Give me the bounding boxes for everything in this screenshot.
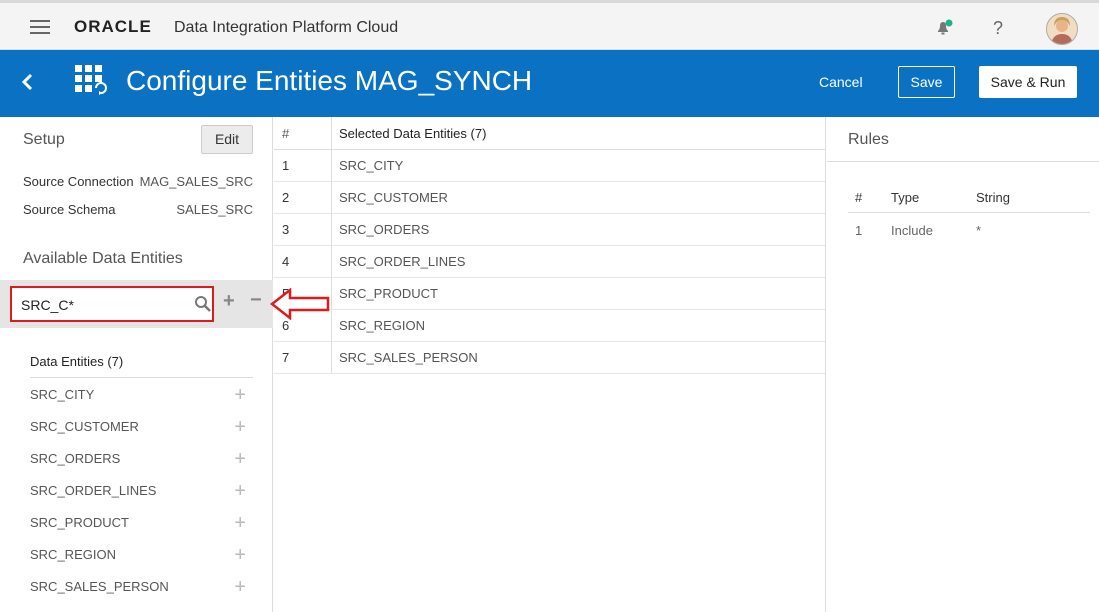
search-input-value: SRC_C* [21, 297, 74, 313]
selected-entities-table: # Selected Data Entities (7) 1 SRC_CITY 2 S… [274, 117, 826, 612]
search-bar: SRC_C* + − [0, 280, 273, 328]
table-row[interactable]: 7 SRC_SALES_PERSON [274, 341, 825, 374]
table-row[interactable]: 4 SRC_ORDER_LINES [274, 245, 825, 278]
rules-panel: Rules # Type String 1 Include * [827, 117, 1099, 612]
product-name: Data Integration Platform Cloud [174, 19, 399, 36]
table-row[interactable]: 2 SRC_CUSTOMER [274, 181, 825, 214]
table-row[interactable]: 5SRC_PRODUCT [274, 277, 825, 310]
rule-string: * [976, 223, 982, 238]
divider [827, 161, 1099, 162]
source-schema-label: Source Schema [23, 202, 116, 217]
table-row[interactable]: 3 SRC_ORDERS [274, 213, 825, 246]
table-header: # Selected Data Entities (7) [274, 117, 826, 150]
source-connection-label: Source Connection [23, 174, 134, 189]
entity-name: SRC_ORDERS [30, 451, 121, 466]
list-item[interactable]: SRC_REGION + [30, 544, 246, 579]
help-icon[interactable]: ? [993, 18, 1003, 39]
selected-entity-name: SRC_CUSTOMER [339, 190, 448, 205]
user-avatar[interactable] [1046, 13, 1078, 45]
source-schema-row: Source Schema SALES_SRC [23, 202, 253, 217]
source-connection-value: MAG_SALES_SRC [139, 174, 253, 189]
setup-title: Setup [23, 131, 65, 148]
entities-grid-icon [75, 65, 107, 95]
list-item[interactable]: SRC_ORDERS + [30, 448, 246, 483]
row-number: 1 [282, 158, 290, 173]
search-input[interactable]: SRC_C* [10, 286, 214, 322]
available-entities-title: Available Data Entities [23, 250, 183, 267]
selected-entity-name: SRC_PRODUCT [339, 286, 438, 301]
add-entity-icon[interactable]: + [234, 384, 246, 407]
selected-entity-name: SRC_ORDER_LINES [339, 254, 466, 269]
selected-entity-name: SRC_CITY [339, 158, 404, 173]
add-entity-icon[interactable]: + [234, 512, 246, 535]
selected-entity-name: SRC_REGION [339, 318, 425, 333]
list-item[interactable]: SRC_CUSTOMER + [30, 416, 246, 451]
source-connection-row: Source Connection MAG_SALES_SRC [23, 174, 253, 189]
annotation-arrow-icon [270, 288, 330, 320]
save-button[interactable]: Save [898, 66, 955, 98]
divider [848, 212, 1090, 213]
cancel-button[interactable]: Cancel [819, 74, 863, 90]
top-bar: ORACLE Data Integration Platform Cloud ? [0, 0, 1099, 50]
add-entity-icon[interactable]: + [234, 448, 246, 471]
row-number: 3 [282, 222, 290, 237]
data-entities-header: Data Entities (7) [30, 354, 253, 378]
column-name-header: Selected Data Entities (7) [339, 126, 487, 141]
add-all-icon[interactable]: + [223, 290, 235, 313]
entity-name: SRC_PRODUCT [30, 515, 129, 530]
list-item[interactable]: SRC_SALES_PERSON + [30, 576, 246, 611]
row-number: 7 [282, 350, 290, 365]
list-item[interactable]: SRC_CITY + [30, 384, 246, 419]
rules-type-header: Type [891, 190, 920, 205]
entity-name: SRC_CITY [30, 387, 95, 402]
hamburger-menu-icon[interactable] [30, 20, 50, 34]
setup-panel: Setup Edit Source Connection MAG_SALES_S… [0, 117, 273, 612]
save-and-run-button[interactable]: Save & Run [979, 66, 1077, 98]
edit-button[interactable]: Edit [201, 125, 253, 154]
row-number: 2 [282, 190, 290, 205]
add-entity-icon[interactable]: + [234, 480, 246, 503]
notification-bell-icon[interactable] [935, 19, 953, 37]
entity-name: SRC_ORDER_LINES [30, 483, 157, 498]
entity-name: SRC_CUSTOMER [30, 419, 139, 434]
entity-name: SRC_REGION [30, 547, 116, 562]
rule-type: Include [891, 223, 933, 238]
source-schema-value: SALES_SRC [176, 202, 253, 217]
back-chevron-icon[interactable] [16, 70, 40, 94]
table-row[interactable]: 1 SRC_CITY [274, 149, 825, 182]
add-entity-icon[interactable]: + [234, 576, 246, 599]
oracle-logo: ORACLE [74, 17, 152, 36]
add-entity-icon[interactable]: + [234, 544, 246, 567]
page-title: Configure Entities MAG_SYNCH [126, 65, 533, 96]
rule-number: 1 [855, 223, 863, 238]
rules-title: Rules [848, 131, 889, 148]
list-item[interactable]: SRC_PRODUCT + [30, 512, 246, 547]
rules-number-header: # [855, 190, 863, 205]
row-number: 6 [282, 318, 290, 333]
remove-all-icon[interactable]: − [250, 289, 262, 312]
search-icon[interactable] [194, 295, 212, 313]
page-header: Configure Entities MAG_SYNCH Cancel Save… [0, 50, 1099, 117]
row-number: 4 [282, 254, 290, 269]
selected-entity-name: SRC_ORDERS [339, 222, 430, 237]
column-number-header: # [282, 126, 290, 141]
list-item[interactable]: SRC_ORDER_LINES + [30, 480, 246, 515]
selected-entity-name: SRC_SALES_PERSON [339, 350, 478, 365]
table-row[interactable]: 6 SRC_REGION [274, 309, 825, 342]
entity-name: SRC_SALES_PERSON [30, 579, 169, 594]
rules-string-header: String [976, 190, 1010, 205]
add-entity-icon[interactable]: + [234, 416, 246, 439]
